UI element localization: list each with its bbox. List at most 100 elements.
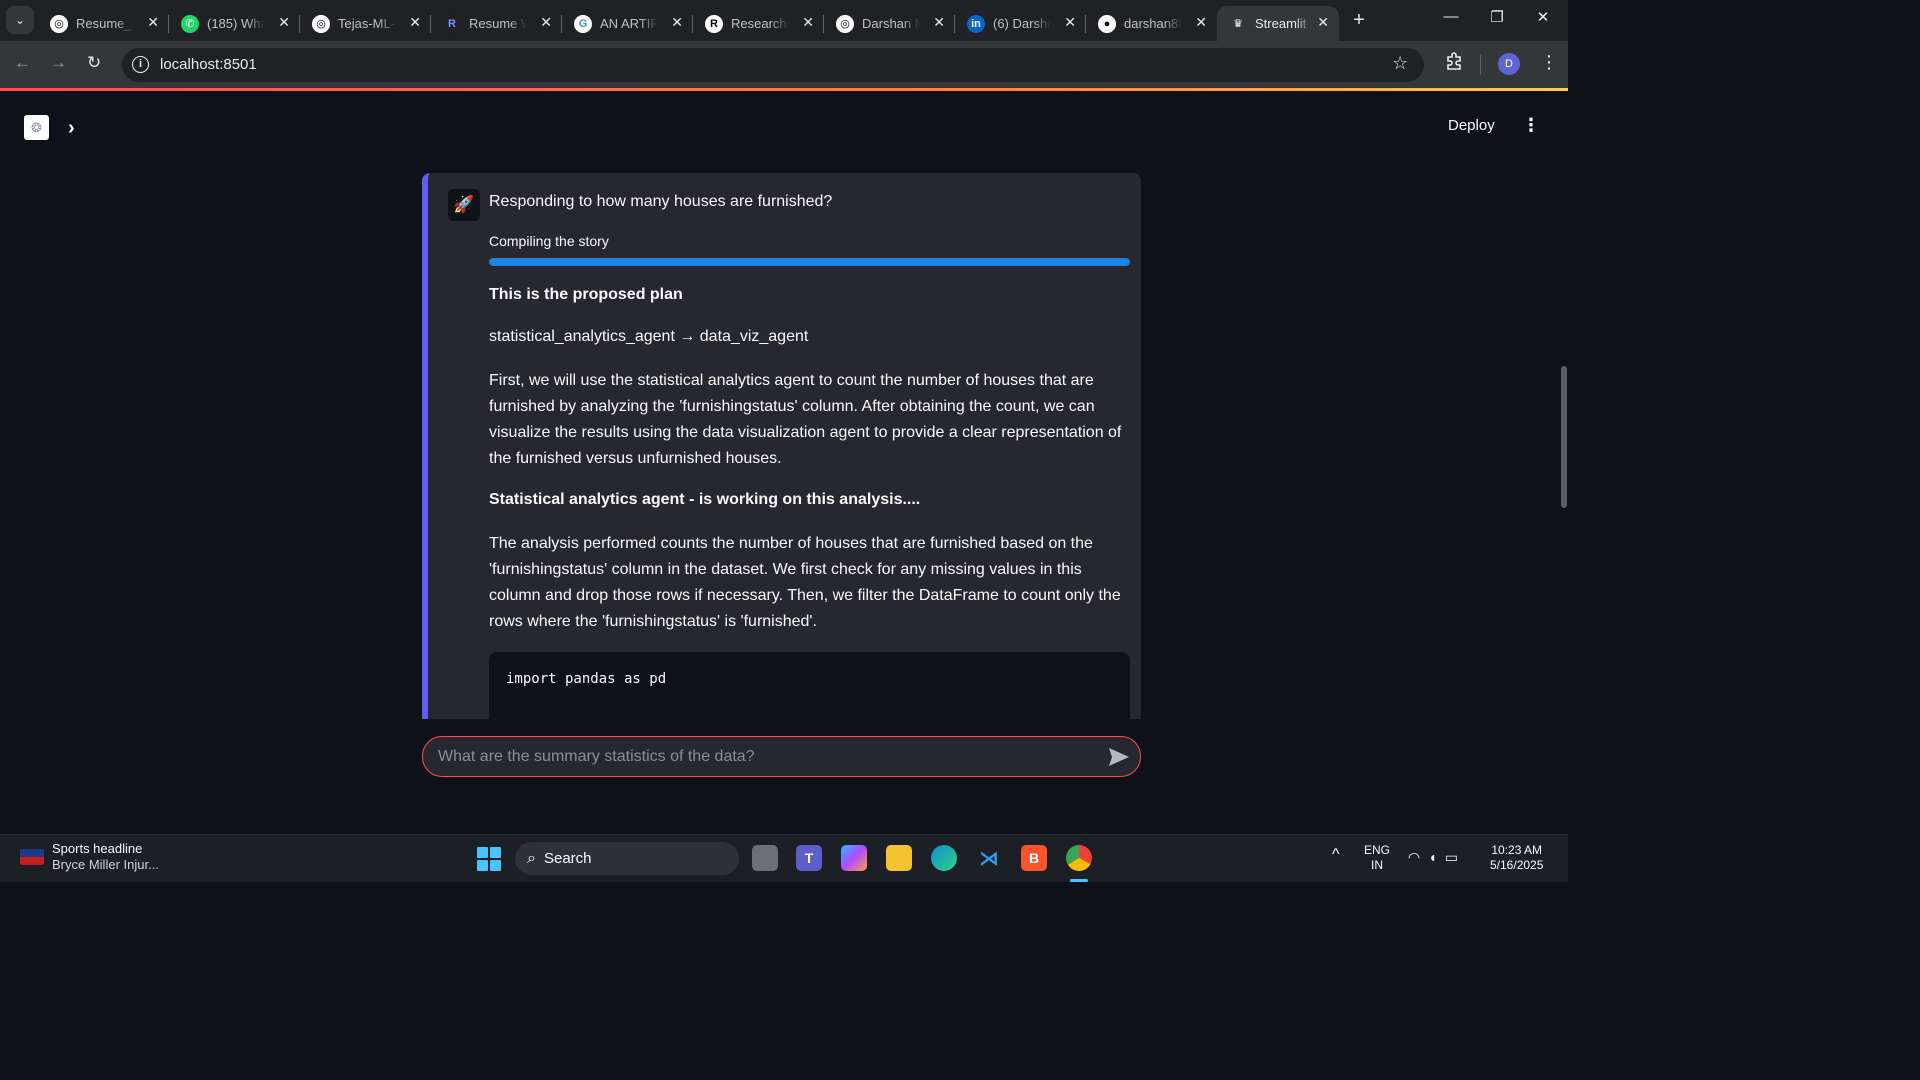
minimize-icon[interactable]: —: [1436, 8, 1466, 25]
search-icon: ⌕: [527, 849, 536, 867]
code-block[interactable]: import pandas as pd: [489, 652, 1130, 719]
new-tab-button[interactable]: +: [1346, 8, 1372, 34]
file-explorer-icon[interactable]: [886, 845, 912, 871]
sidebar-expand-icon[interactable]: ›: [68, 117, 75, 140]
chat-input[interactable]: [438, 737, 1098, 776]
profile-avatar[interactable]: D: [1498, 53, 1520, 75]
app-menu-icon[interactable]: ⋮: [1522, 115, 1540, 136]
tab-github[interactable]: ● darshan88 ✕: [1086, 6, 1217, 41]
vscode-icon[interactable]: ⋊: [976, 845, 1002, 871]
language-code: ENG: [1364, 843, 1391, 857]
tab-close-icon[interactable]: ✕: [409, 14, 421, 31]
page-scrollbar[interactable]: [1561, 366, 1567, 508]
battery-icon[interactable]: ▭: [1445, 849, 1466, 865]
tab-close-icon[interactable]: ✕: [1317, 14, 1329, 31]
restore-icon[interactable]: ❐: [1482, 8, 1512, 26]
analysis-description: The analysis performed counts the number…: [489, 535, 1121, 630]
site-info-icon[interactable]: i: [132, 56, 149, 73]
language-indicator[interactable]: ENG IN: [1364, 843, 1390, 873]
search-label: Search: [543, 850, 592, 867]
tab-title: ResearchG: [731, 16, 789, 31]
back-icon[interactable]: ←: [14, 53, 31, 73]
openai-icon: ◎: [312, 14, 330, 33]
teams-icon[interactable]: T: [796, 845, 822, 871]
assistant-message: 🚀 Responding to how many houses are furn…: [422, 173, 1141, 719]
agent-heading: Statistical analytics agent - is working…: [489, 491, 921, 508]
taskbar-search[interactable]: ⌕ Search: [515, 842, 739, 875]
progress-bar-fill: [489, 258, 1130, 266]
region-code: IN: [1371, 858, 1383, 872]
extensions-icon[interactable]: [1444, 51, 1464, 71]
tab-resume-worded[interactable]: R Resume W ✕: [431, 6, 562, 41]
github-icon: ●: [1098, 14, 1116, 33]
brave-icon[interactable]: B: [1021, 845, 1047, 871]
researchgate-icon: R: [705, 14, 723, 33]
tab-streamlit[interactable]: ♛ Streamlit ✕: [1217, 6, 1339, 41]
tab-title: Tejas-ML-3: [338, 16, 396, 31]
tab-title: (6) Darsha: [993, 16, 1051, 31]
tab-close-icon[interactable]: ✕: [671, 14, 683, 31]
tab-openai[interactable]: ◎ Resume_N ✕: [38, 6, 169, 41]
progress-label: Compiling the story: [489, 233, 609, 249]
plan-description: First, we will use the statistical analy…: [489, 372, 1122, 467]
tab-title: darshan88: [1124, 16, 1182, 31]
wifi-icon[interactable]: ◠: [1408, 849, 1428, 865]
clock[interactable]: 10:23 AM 5/16/2025: [1490, 843, 1543, 873]
show-hidden-icons[interactable]: ^: [1332, 847, 1340, 863]
tab-title: AN ARTIFIC: [600, 16, 658, 31]
system-tray-icons[interactable]: ◠◖▭: [1408, 849, 1466, 866]
tab-google[interactable]: G AN ARTIFIC ✕: [562, 6, 693, 41]
news-widget[interactable]: Sports headline Bryce Miller Injur...: [20, 841, 159, 873]
tab-whatsapp[interactable]: ✆ (185) What ✕: [169, 6, 300, 41]
windows-start-icon[interactable]: [477, 847, 501, 871]
tab-title: (185) What: [207, 16, 265, 31]
tab-close-icon[interactable]: ✕: [802, 14, 814, 31]
tab-close-icon[interactable]: ✕: [933, 14, 945, 31]
tab-close-icon[interactable]: ✕: [1195, 14, 1207, 31]
deploy-button[interactable]: Deploy: [1448, 117, 1495, 134]
copilot-icon[interactable]: [841, 845, 867, 871]
clock-time: 10:23 AM: [1491, 843, 1543, 857]
plan-heading: This is the proposed plan: [489, 286, 683, 303]
send-icon[interactable]: [1107, 745, 1131, 769]
responding-text: Responding to how many houses are furnis…: [489, 193, 833, 210]
task-view-icon[interactable]: [752, 845, 778, 871]
tab-openai[interactable]: ◎ Tejas-ML-3 ✕: [300, 6, 431, 41]
bookmark-star-icon[interactable]: ☆: [1392, 53, 1408, 74]
tab-researchgate[interactable]: R ResearchG ✕: [693, 6, 824, 41]
tab-close-icon[interactable]: ✕: [147, 14, 159, 31]
rocket-avatar-icon: 🚀: [448, 189, 480, 221]
tab-openai[interactable]: ◎ Darshan M ✕: [824, 6, 955, 41]
tab-title: Resume W: [469, 16, 527, 31]
streamlit-icon: ♛: [1229, 14, 1247, 33]
plan-steps: statistical_analytics_agent → data_viz_a…: [489, 328, 809, 345]
news-subtitle: Bryce Miller Injur...: [52, 857, 159, 872]
tab-close-icon[interactable]: ✕: [540, 14, 552, 31]
tab-linkedin[interactable]: in (6) Darsha ✕: [955, 6, 1086, 41]
tab-search-button[interactable]: ⌄: [6, 6, 34, 34]
app-logo: ❂: [24, 115, 49, 140]
forward-icon[interactable]: →: [50, 53, 67, 73]
url-text[interactable]: localhost:8501: [160, 56, 257, 73]
browser-toolbar: ← → ↻ i localhost:8501 ☆ D ⋮: [0, 41, 1568, 88]
browser-tab-bar: ⌄ ◎ Resume_N ✕ ✆ (185) What ✕ ◎ Tejas-ML-3 ✕ R Res…: [0, 0, 1568, 41]
main-content: 🚀 Responding to how many houses are furn…: [0, 151, 1568, 719]
linkedin-icon: in: [967, 14, 985, 33]
mlb-logo-icon: [20, 849, 44, 865]
app-header: ❂ › Deploy ⋮: [0, 91, 1568, 151]
reload-icon[interactable]: ↻: [87, 53, 101, 73]
tab-title: Streamlit: [1255, 16, 1307, 31]
volume-icon[interactable]: ◖: [1428, 849, 1444, 865]
tab-close-icon[interactable]: ✕: [278, 14, 290, 31]
chrome-icon[interactable]: [1066, 845, 1092, 871]
browser-menu-icon[interactable]: ⋮: [1540, 52, 1558, 73]
address-bar[interactable]: i localhost:8501: [122, 48, 1424, 82]
tab-close-icon[interactable]: ✕: [1064, 14, 1076, 31]
edge-icon[interactable]: [931, 845, 957, 871]
windows-taskbar: Sports headline Bryce Miller Injur... ⌕ …: [0, 834, 1568, 882]
close-window-icon[interactable]: ✕: [1528, 8, 1558, 26]
openai-icon: ◎: [836, 14, 854, 33]
active-app-indicator: [1070, 879, 1088, 882]
clock-date: 5/16/2025: [1490, 858, 1544, 872]
code-line: import pandas as pd: [506, 671, 667, 687]
